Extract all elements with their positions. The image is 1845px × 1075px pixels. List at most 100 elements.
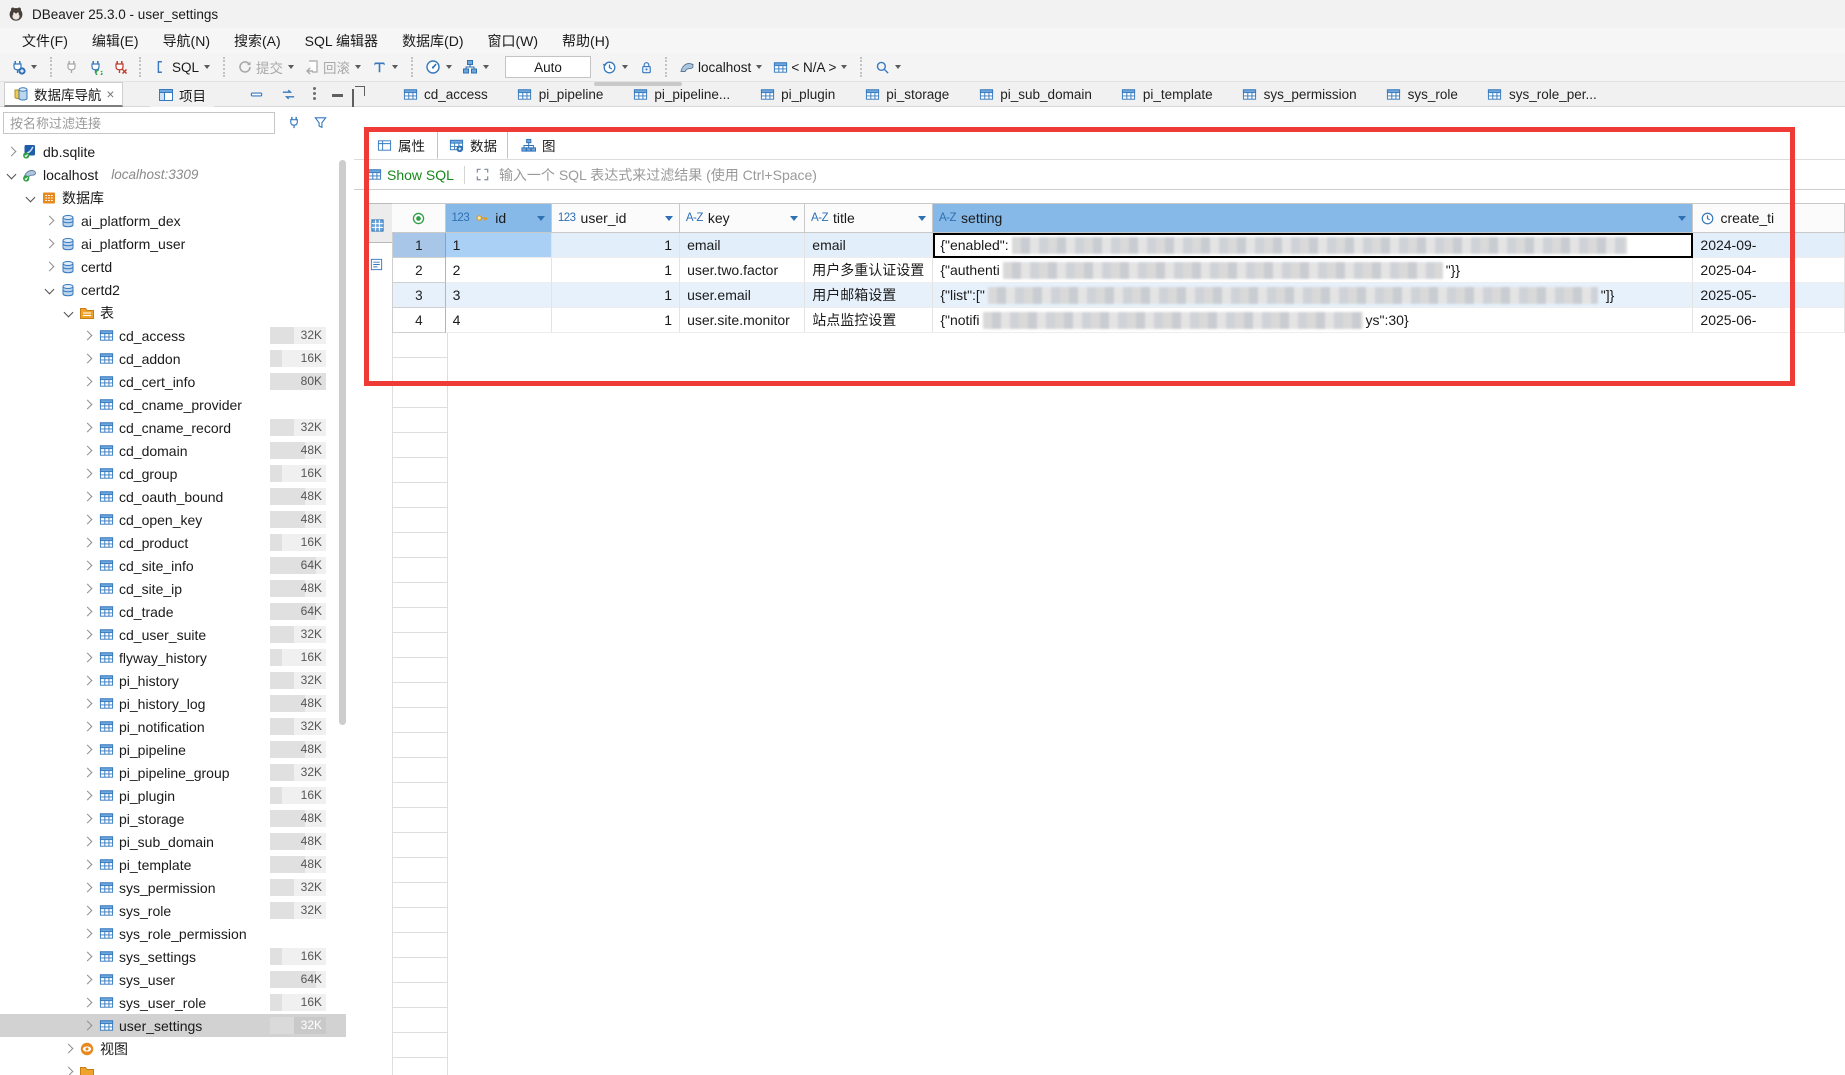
collapse-all-icon[interactable] — [248, 86, 264, 102]
chevron-right-icon[interactable] — [83, 699, 93, 709]
cell-setting[interactable]: {"authenti"}} — [933, 258, 1693, 283]
tree-item-localhost[interactable]: localhostlocalhost:3309 — [0, 163, 346, 186]
tree-item-cd_access[interactable]: cd_access32K — [0, 324, 346, 347]
tree-item-pi_sub_domain[interactable]: pi_sub_domain48K — [0, 830, 346, 853]
tree-item-cd_group[interactable]: cd_group16K — [0, 462, 346, 485]
minimize-icon[interactable] — [332, 94, 343, 97]
disconnect-button[interactable] — [108, 56, 132, 78]
editor-tab-sys_permission[interactable]: sys_permission — [1230, 82, 1374, 107]
menu-item-3[interactable]: 搜索(A) — [222, 28, 293, 54]
tree-item-cd_cname_record[interactable]: cd_cname_record32K — [0, 416, 346, 439]
chevron-right-icon[interactable] — [83, 446, 93, 456]
tree-scrollbar[interactable] — [339, 160, 346, 725]
column-header-create_ti[interactable]: create_ti — [1693, 204, 1845, 232]
tree-item-cd_user_suite[interactable]: cd_user_suite32K — [0, 623, 346, 646]
chevron-right-icon[interactable] — [64, 1067, 74, 1075]
search-button[interactable] — [870, 56, 907, 78]
filter-settings-icon[interactable] — [312, 114, 328, 130]
tree-item-partial[interactable] — [0, 1060, 346, 1075]
tree-item-cd_product[interactable]: cd_product16K — [0, 531, 346, 554]
menu-item-6[interactable]: 窗口(W) — [476, 28, 551, 54]
cell-setting[interactable]: {"enabled": — [933, 233, 1693, 258]
editor-tab-pi_sub_domain[interactable]: pi_sub_domain — [966, 82, 1109, 107]
chevron-right-icon[interactable] — [83, 377, 93, 387]
chevron-down-icon[interactable] — [64, 308, 74, 318]
cell-key[interactable]: user.two.factor — [680, 258, 805, 283]
grid-corner-cell[interactable] — [392, 204, 446, 232]
chevron-right-icon[interactable] — [45, 262, 55, 272]
row-number[interactable]: 1 — [392, 233, 446, 258]
tree-item-certd[interactable]: certd — [0, 255, 346, 278]
column-header-title[interactable]: A-Ztitle — [805, 204, 933, 232]
chevron-right-icon[interactable] — [83, 400, 93, 410]
result-tab-1[interactable]: 数据 — [437, 131, 508, 159]
tree-item-pi_notification[interactable]: pi_notification32K — [0, 715, 346, 738]
tree-item-db.sqlite[interactable]: db.sqlite — [0, 140, 346, 163]
editor-tab-cd_access[interactable]: cd_access — [390, 82, 505, 107]
tasks-button[interactable] — [458, 56, 495, 78]
chevron-right-icon[interactable] — [83, 423, 93, 433]
chevron-right-icon[interactable] — [83, 929, 93, 939]
tree-item-视图[interactable]: 视图 — [0, 1037, 346, 1060]
tree-item-cd_site_ip[interactable]: cd_site_ip48K — [0, 577, 346, 600]
commit-button[interactable]: 提交 — [233, 54, 300, 80]
tree-item-cd_cert_info[interactable]: cd_cert_info80K — [0, 370, 346, 393]
row-number[interactable]: 2 — [392, 258, 446, 283]
chevron-right-icon[interactable] — [83, 607, 93, 617]
tree-item-cd_domain[interactable]: cd_domain48K — [0, 439, 346, 462]
cell-create-time[interactable]: 2025-04- — [1693, 258, 1845, 283]
editor-tab-pi_pipeline[interactable]: pi_pipeline — [505, 82, 621, 107]
chevron-right-icon[interactable] — [83, 975, 93, 985]
tree-item-user_settings[interactable]: user_settings32K — [0, 1014, 346, 1037]
cell-title[interactable]: email — [805, 233, 933, 258]
cell-title[interactable]: 用户多重认证设置 — [805, 258, 933, 283]
cell-id[interactable]: 1 — [446, 233, 552, 258]
tree-item-pi_plugin[interactable]: pi_plugin16K — [0, 784, 346, 807]
chevron-right-icon[interactable] — [83, 837, 93, 847]
expand-filter-icon[interactable] — [475, 167, 491, 183]
chevron-right-icon[interactable] — [83, 768, 93, 778]
tab-projects[interactable]: 项目 — [150, 82, 214, 107]
chevron-right-icon[interactable] — [83, 998, 93, 1008]
chevron-right-icon[interactable] — [83, 653, 93, 663]
tree-item-ai_platform_dex[interactable]: ai_platform_dex — [0, 209, 346, 232]
row-number[interactable]: 3 — [392, 283, 446, 308]
menu-item-1[interactable]: 编辑(E) — [80, 28, 151, 54]
chevron-right-icon[interactable] — [83, 745, 93, 755]
chevron-right-icon[interactable] — [83, 469, 93, 479]
chevron-right-icon[interactable] — [64, 1044, 74, 1054]
editor-tab-pi_pipeline[interactable]: pi_pipeline... — [620, 82, 747, 107]
tree-item-sys_role_permission[interactable]: sys_role_permission — [0, 922, 346, 945]
chevron-right-icon[interactable] — [83, 515, 93, 525]
cell-id[interactable]: 4 — [446, 308, 552, 333]
tree-item-ai_platform_user[interactable]: ai_platform_user — [0, 232, 346, 255]
chevron-right-icon[interactable] — [83, 331, 93, 341]
connect-button[interactable] — [60, 56, 84, 78]
cell-key[interactable]: user.site.monitor — [680, 308, 805, 333]
connection-filter-input[interactable] — [3, 112, 275, 134]
tree-item-数据库[interactable]: 数据库 — [0, 186, 346, 209]
chevron-down-icon[interactable] — [45, 285, 55, 295]
editor-tab-pi_plugin[interactable]: pi_plugin — [747, 82, 852, 107]
maximize-icon[interactable] — [352, 89, 354, 107]
close-icon[interactable]: × — [107, 87, 115, 102]
chevron-right-icon[interactable] — [83, 952, 93, 962]
cell-title[interactable]: 站点监控设置 — [805, 308, 933, 333]
connection-state-filter-icon[interactable] — [286, 114, 302, 130]
dashboard-button[interactable] — [421, 56, 458, 78]
chevron-right-icon[interactable] — [83, 492, 93, 502]
cell-key[interactable]: email — [680, 233, 805, 258]
editor-tab-pi_template[interactable]: pi_template — [1109, 82, 1230, 107]
column-header-setting[interactable]: A-Zsetting — [933, 204, 1693, 232]
sort-dropdown-icon[interactable] — [790, 216, 798, 221]
tree-item-pi_pipeline[interactable]: pi_pipeline48K — [0, 738, 346, 761]
chevron-right-icon[interactable] — [83, 630, 93, 640]
result-tab-2[interactable]: 图 — [510, 131, 566, 159]
tree-item-sys_role[interactable]: sys_role32K — [0, 899, 346, 922]
sort-dropdown-icon[interactable] — [1678, 216, 1686, 221]
chevron-right-icon[interactable] — [83, 354, 93, 364]
menu-item-5[interactable]: 数据库(D) — [390, 28, 475, 54]
cell-key[interactable]: user.email — [680, 283, 805, 308]
rollback-button[interactable]: 回滚 — [300, 54, 367, 80]
column-header-user_id[interactable]: 123user_id — [552, 204, 680, 232]
